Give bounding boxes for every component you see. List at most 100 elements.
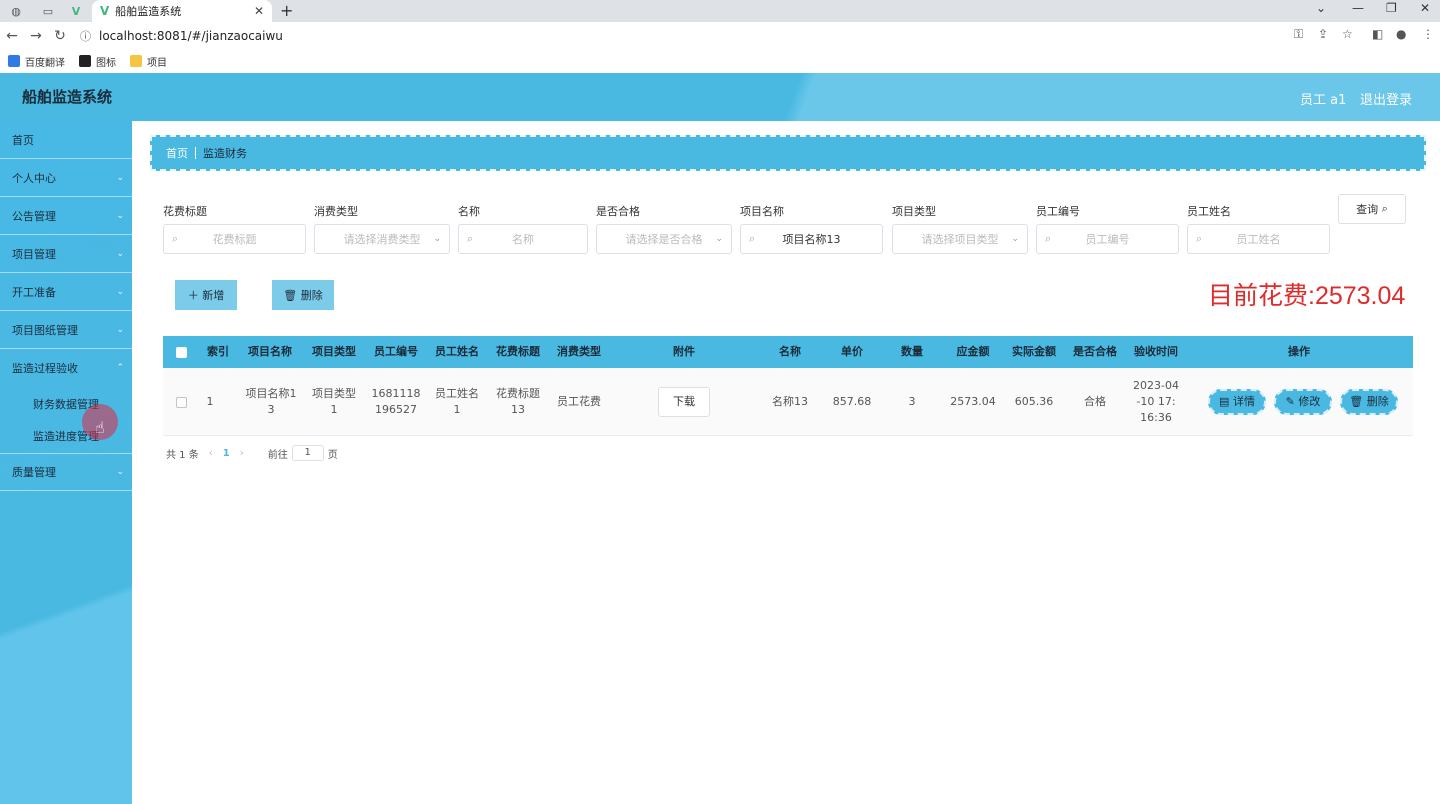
query-button[interactable]: 查询 ⌕ (1338, 194, 1406, 224)
url-field[interactable]: ⓘ localhost:8081/#/jianzaocaiwu (80, 25, 1310, 47)
sidebar-item-personal[interactable]: 个人中心 ⌄ (0, 159, 132, 197)
cell-consume-type: 员工花费 (557, 395, 601, 408)
chevron-down-icon[interactable]: ⌄ (1316, 1, 1326, 15)
column-header: 员工编号 (374, 345, 418, 358)
name-input[interactable]: ⌕ 名称 (458, 224, 588, 254)
filter-label-employee-name: 员工姓名 (1187, 205, 1231, 218)
app-header: 船舶监造系统 员工 a1 退出登录 (0, 73, 1440, 121)
column-header: 花费标题 (496, 345, 540, 358)
logout-link[interactable]: 退出登录 (1360, 89, 1412, 108)
edit-button[interactable]: ✎ 修改 (1274, 389, 1332, 415)
share-icon[interactable]: ⇪ (1318, 27, 1328, 41)
search-icon: ⌕ (749, 232, 756, 245)
pagination-current-page[interactable]: 1 (223, 448, 230, 459)
sidebar-item-notice[interactable]: 公告管理 ⌄ (0, 197, 132, 235)
column-header: 消费类型 (557, 345, 601, 358)
bookmark-item[interactable]: 项目 (130, 54, 167, 69)
filter-label-name: 名称 (458, 205, 480, 218)
close-icon[interactable]: ✕ (254, 4, 264, 18)
cell-quantity: 3 (908, 395, 916, 408)
filter-label-project-name: 项目名称 (740, 205, 784, 218)
chevron-down-icon: ⌄ (1011, 234, 1019, 244)
cell-cost-title: 花费标题13 (496, 387, 540, 416)
new-tab-button[interactable]: + (280, 1, 293, 20)
checkbox[interactable] (175, 346, 187, 358)
blank-tab-icon[interactable]: ▭ (36, 2, 60, 20)
minimize-button[interactable]: — (1352, 1, 1364, 15)
chevron-down-icon: ⌄ (116, 172, 124, 183)
qualified-select[interactable]: 请选择是否合格 ⌄ (596, 224, 732, 254)
project-name-input[interactable]: ⌕ 项目名称13 (740, 224, 883, 254)
key-icon[interactable]: ⚿ (1294, 27, 1303, 42)
chevron-down-icon: ⌄ (116, 286, 124, 297)
checkbox[interactable] (175, 396, 187, 408)
chevron-right-icon[interactable]: › (240, 448, 244, 459)
back-arrow-icon[interactable]: ← (0, 28, 24, 44)
breadcrumb-separator (195, 147, 196, 159)
row-checkbox[interactable] (163, 368, 199, 436)
close-window-button[interactable]: ✕ (1420, 1, 1430, 15)
restore-button[interactable]: ❐ (1386, 1, 1397, 15)
cell-qualified: 合格 (1084, 395, 1106, 408)
browser-tabstrip: ◍ ▭ V V 船舶监造系统 ✕ + ⌄ — ❐ ✕ (0, 0, 1440, 22)
user-name[interactable]: 员工 a1 (1300, 89, 1346, 108)
column-header: 项目名称 (248, 345, 292, 358)
cell-name: 名称13 (772, 395, 808, 408)
menu-icon[interactable]: ⋮ (1422, 27, 1434, 41)
filter-label-consume-type: 消费类型 (314, 205, 358, 218)
add-button[interactable]: ＋ 新增 (163, 274, 249, 316)
cell-check-time: 2023-04-10 17:16:36 (1133, 379, 1179, 424)
info-icon[interactable]: ⓘ (80, 28, 91, 44)
column-header: 附件 (673, 345, 695, 358)
cell-project-name: 项目名称13 (245, 387, 297, 416)
address-bar: ← → ↻ ⓘ localhost:8081/#/jianzaocaiwu (0, 22, 1440, 50)
pagination: 共 1 条 ‹ 1 › 前往 1 页 (166, 445, 338, 461)
profile-icon[interactable]: ● (1396, 27, 1406, 41)
consume-type-select[interactable]: 请选择消费类型 ⌄ (314, 224, 450, 254)
cell-unit-price: 857.68 (832, 395, 872, 408)
cost-title-input[interactable]: ⌕ 花费标题 (163, 224, 306, 254)
project-type-select[interactable]: 请选择项目类型 ⌄ (892, 224, 1028, 254)
chevron-down-icon: ⌄ (433, 234, 441, 244)
sidebar-item-process-check[interactable]: 监造过程验收 ⌃ (0, 349, 132, 387)
search-icon: ⌕ (1196, 232, 1203, 245)
sidebar-item-quality[interactable]: 质量管理 ⌄ (0, 453, 132, 491)
cell-employee-no: 1681118196527 (371, 387, 421, 416)
employee-no-input[interactable]: ⌕ 员工编号 (1036, 224, 1179, 254)
sidebar-item-project[interactable]: 项目管理 ⌄ (0, 235, 132, 273)
star-icon[interactable]: ☆ (1342, 27, 1353, 41)
bookmark-item[interactable]: 百度翻译 (8, 54, 65, 69)
sidepanel-icon[interactable]: ◧ (1372, 27, 1383, 41)
cell-operations: ▤ 详情 ✎ 修改 🗑 删除 (1193, 368, 1413, 436)
select-all-checkbox[interactable] (163, 336, 199, 368)
chevron-down-icon: ⌄ (715, 234, 723, 244)
employee-name-input[interactable]: ⌕ 员工姓名 (1187, 224, 1330, 254)
forward-arrow-icon[interactable]: → (24, 28, 48, 44)
pencil-icon: ✎ (1285, 395, 1295, 408)
download-button[interactable]: 下载 (658, 387, 710, 417)
image-icon (79, 55, 91, 67)
batch-delete-button[interactable]: 🗑 删除 (260, 274, 346, 316)
search-icon: ⌕ (467, 232, 474, 245)
reload-icon[interactable]: ↻ (48, 28, 72, 44)
sidebar-item-start-prep[interactable]: 开工准备 ⌄ (0, 273, 132, 311)
search-icon: ⌕ (172, 232, 179, 245)
sidebar-item-home[interactable]: 首页 (0, 121, 132, 159)
delete-row-button[interactable]: 🗑 删除 (1340, 389, 1398, 415)
search-icon: ⌕ (1045, 232, 1052, 245)
filter-label-qualified: 是否合格 (596, 205, 640, 218)
pagination-page-input[interactable]: 1 (291, 445, 324, 461)
vue-tab-icon[interactable]: V (64, 2, 88, 20)
sidebar-item-drawings[interactable]: 项目图纸管理 ⌄ (0, 311, 132, 349)
bookmark-item[interactable]: 图标 (79, 54, 116, 69)
detail-button[interactable]: ▤ 详情 (1208, 389, 1266, 415)
column-header: 单价 (841, 345, 863, 358)
folder-icon (130, 55, 142, 67)
table-header: 索引 项目名称 项目类型 员工编号 员工姓名 花费标题 消费类型 附件 名称 单… (163, 336, 1413, 368)
chevron-down-icon: ⌄ (116, 467, 124, 477)
browser-tab-active[interactable]: V 船舶监造系统 ✕ (92, 0, 272, 22)
globe-icon[interactable]: ◍ (4, 2, 28, 20)
chevron-down-icon: ⌄ (116, 248, 124, 259)
breadcrumb-home[interactable]: 首页 (166, 145, 188, 161)
chevron-left-icon[interactable]: ‹ (209, 448, 213, 459)
